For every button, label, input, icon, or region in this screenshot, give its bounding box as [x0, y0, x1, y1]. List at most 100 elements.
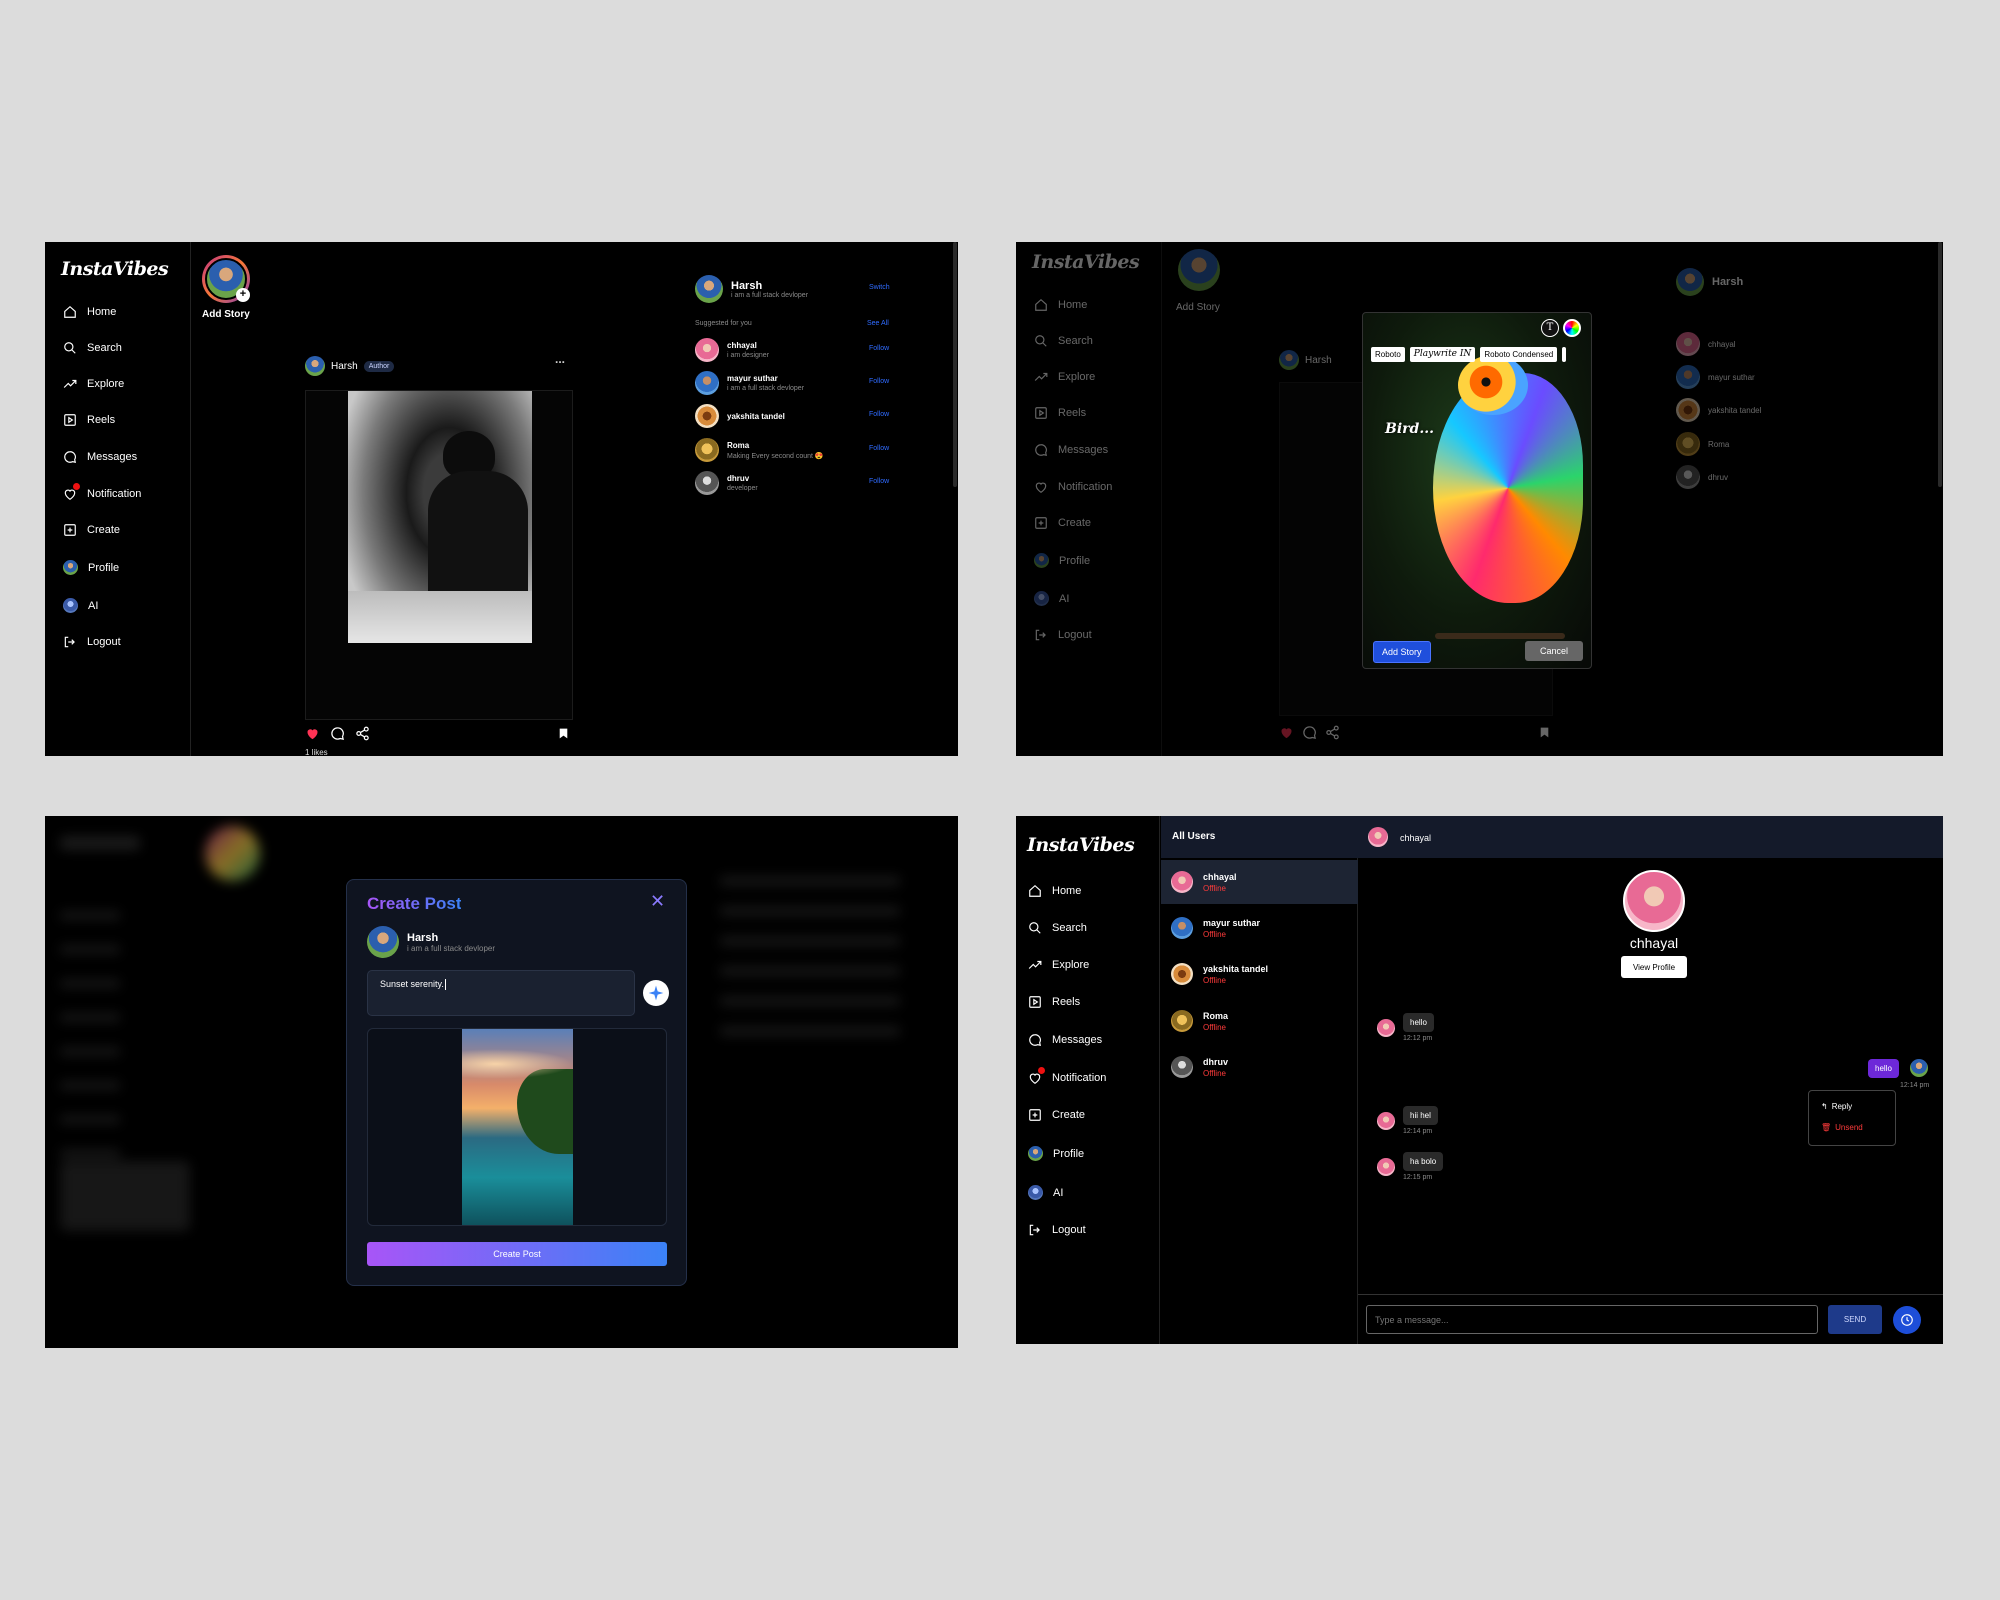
- follow-button[interactable]: Follow: [869, 445, 889, 452]
- unsend-option[interactable]: 🗑 Unsend: [1821, 1123, 1863, 1132]
- story-overlay-text[interactable]: Bird...: [1385, 421, 1434, 437]
- follow-button[interactable]: Follow: [869, 478, 889, 485]
- ai-sparkle-button[interactable]: [643, 980, 669, 1006]
- caption-text: Sunset serenity.: [380, 979, 444, 989]
- nav-messages[interactable]: Messages: [63, 450, 137, 464]
- suggestion-avatar[interactable]: [695, 471, 719, 495]
- font-option-playwrite[interactable]: Playwrite IN: [1409, 347, 1476, 362]
- view-profile-button[interactable]: View Profile: [1621, 956, 1687, 978]
- message-bubble[interactable]: hello: [1868, 1059, 1899, 1078]
- user-list-item[interactable]: yakshita tandel Offline: [1161, 952, 1358, 996]
- nav-ai[interactable]: AI: [1028, 1185, 1063, 1200]
- user-list-item[interactable]: chhayal Offline: [1161, 860, 1358, 904]
- suggestion-name[interactable]: yakshita tandel: [727, 412, 785, 421]
- message-icon: [1029, 1034, 1042, 1047]
- nav-create[interactable]: Create: [1028, 1108, 1085, 1122]
- nav-profile[interactable]: Profile: [63, 560, 119, 575]
- nav-ai[interactable]: AI: [63, 598, 98, 613]
- message-icon: [64, 451, 77, 464]
- current-user-name: Harsh: [731, 279, 763, 292]
- suggestion-avatar[interactable]: [695, 371, 719, 395]
- scrollbar[interactable]: [1938, 242, 1942, 487]
- font-option-roboto-condensed[interactable]: Roboto Condensed: [1480, 347, 1558, 362]
- see-all-link[interactable]: See All: [867, 320, 889, 327]
- current-user-avatar[interactable]: [695, 275, 723, 303]
- reply-option[interactable]: ↰ Reply: [1821, 1102, 1852, 1111]
- suggestion-name[interactable]: Roma: [727, 441, 749, 450]
- send-button[interactable]: SEND: [1828, 1305, 1882, 1334]
- create-post-button[interactable]: Create Post: [367, 1242, 667, 1266]
- suggested-heading: Suggested for you: [695, 320, 752, 327]
- font-option-more[interactable]: [1562, 347, 1567, 362]
- close-icon[interactable]: ✕: [650, 892, 665, 910]
- bookmark-icon[interactable]: [557, 726, 570, 741]
- suggestion-name[interactable]: dhruv: [727, 474, 749, 483]
- post-header: Harsh Author: [305, 356, 395, 376]
- user-name: Roma: [1203, 1011, 1229, 1021]
- nav-search[interactable]: Search: [1028, 921, 1087, 935]
- nav-explore[interactable]: Explore: [1028, 958, 1089, 972]
- nav-create[interactable]: Create: [63, 523, 120, 537]
- nav-home[interactable]: Home: [63, 305, 116, 319]
- comment-icon[interactable]: [330, 726, 345, 741]
- message-bubble[interactable]: hii hel: [1403, 1106, 1438, 1125]
- user-status: Offline: [1203, 1023, 1226, 1032]
- suggestion-item: chhayal i am designer Follow: [695, 338, 905, 364]
- suggestion-name[interactable]: mayur suthar: [727, 374, 778, 383]
- user-avatar: [1171, 1010, 1193, 1032]
- nav-logout[interactable]: Logout: [1028, 1223, 1086, 1237]
- nav-profile[interactable]: Profile: [1028, 1146, 1084, 1161]
- follow-button[interactable]: Follow: [869, 345, 889, 352]
- suggestion-avatar[interactable]: [695, 404, 719, 428]
- suggestion-avatar[interactable]: [695, 338, 719, 362]
- app-logo: InstaVibes: [61, 258, 169, 280]
- suggestion-name[interactable]: chhayal: [727, 341, 757, 350]
- current-user-bio: i am a full stack devloper: [731, 291, 809, 299]
- image-preview-box: [367, 1028, 667, 1226]
- suggestion-avatar[interactable]: [695, 438, 719, 462]
- post-more-button[interactable]: ...: [555, 352, 565, 366]
- user-status: Offline: [1203, 1069, 1226, 1078]
- caption-input[interactable]: Sunset serenity.: [367, 970, 635, 1016]
- font-option-roboto[interactable]: Roboto: [1371, 347, 1405, 362]
- nav-reels[interactable]: Reels: [63, 413, 115, 427]
- user-list-item[interactable]: mayur suthar Offline: [1161, 906, 1358, 950]
- suggestion-item: Roma Making Every second count 😍 Follow: [695, 438, 905, 464]
- user-list-item[interactable]: dhruv Offline: [1161, 1045, 1358, 1089]
- suggestion-item: mayur suthar i am a full stack devloper …: [695, 371, 905, 397]
- user-status: Offline: [1203, 976, 1226, 985]
- user-name: mayur suthar: [1203, 918, 1261, 928]
- message-avatar: [1377, 1019, 1395, 1037]
- message-input[interactable]: [1366, 1305, 1818, 1334]
- current-user-card: Harsh i am a full stack devloper: [695, 275, 808, 303]
- cancel-button[interactable]: Cancel: [1525, 641, 1583, 661]
- modal-user-bio: i am a full stack devloper: [407, 943, 496, 953]
- scrollbar[interactable]: [953, 242, 957, 487]
- message-time: 12:15 pm: [1403, 1174, 1433, 1181]
- like-heart-icon[interactable]: [305, 726, 320, 741]
- user-list-item[interactable]: Roma Offline: [1161, 999, 1358, 1043]
- nav-reels[interactable]: Reels: [1028, 995, 1080, 1009]
- post-author-name[interactable]: Harsh: [331, 361, 358, 372]
- nav-explore[interactable]: Explore: [63, 377, 124, 391]
- message-bubble[interactable]: ha bolo: [1403, 1152, 1444, 1171]
- nav-logout[interactable]: Logout: [63, 635, 121, 649]
- share-icon[interactable]: [355, 726, 370, 741]
- add-story-plus-icon[interactable]: +: [236, 288, 250, 302]
- nav-search[interactable]: Search: [63, 341, 122, 355]
- follow-button[interactable]: Follow: [869, 411, 889, 418]
- chat-header-avatar[interactable]: [1368, 827, 1388, 847]
- nav-home[interactable]: Home: [1028, 884, 1081, 898]
- post-image-body: [428, 471, 528, 611]
- switch-link[interactable]: Switch: [869, 284, 890, 291]
- suggestion-bio: developer: [727, 485, 758, 492]
- profile-avatar: [63, 560, 78, 575]
- follow-button[interactable]: Follow: [869, 378, 889, 385]
- nav-messages[interactable]: Messages: [1028, 1033, 1102, 1047]
- add-story-button[interactable]: Add Story: [1373, 641, 1431, 663]
- color-picker-icon[interactable]: [1563, 319, 1581, 337]
- text-tool-button[interactable]: T: [1541, 319, 1559, 337]
- schedule-button[interactable]: [1893, 1306, 1921, 1334]
- message-bubble[interactable]: hello: [1403, 1013, 1434, 1032]
- post-author-avatar[interactable]: [305, 356, 325, 376]
